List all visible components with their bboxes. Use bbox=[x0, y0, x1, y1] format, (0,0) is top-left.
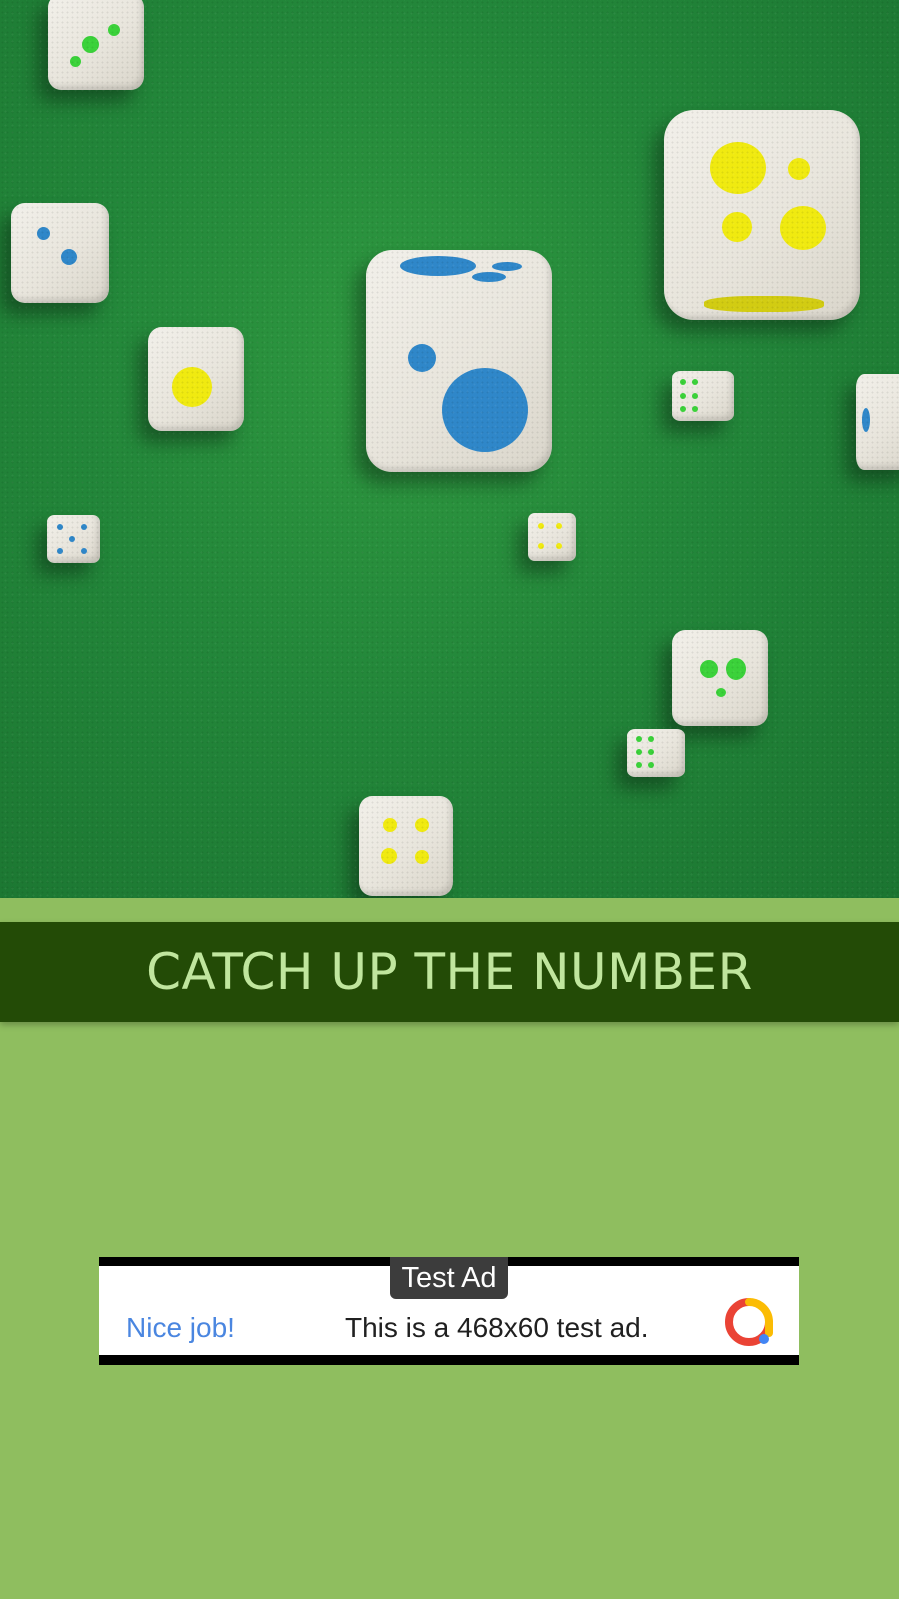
pip bbox=[383, 818, 397, 832]
pip bbox=[680, 393, 686, 399]
title-bar: CATCH UP THE NUMBER bbox=[0, 922, 899, 1022]
pip bbox=[648, 749, 654, 755]
pip bbox=[69, 536, 75, 542]
pip bbox=[492, 262, 522, 271]
pip bbox=[636, 762, 642, 768]
pip bbox=[81, 524, 87, 530]
ad-headline[interactable]: Nice job! bbox=[126, 1312, 235, 1344]
pip bbox=[415, 818, 429, 832]
pip bbox=[556, 523, 562, 529]
pip bbox=[538, 543, 544, 549]
pip bbox=[81, 548, 87, 554]
pip bbox=[716, 688, 726, 697]
test-ad-badge: Test Ad bbox=[390, 1257, 508, 1299]
pip bbox=[57, 524, 63, 530]
pip bbox=[108, 24, 120, 36]
test-ad-banner[interactable]: Nice job! This is a 468x60 test ad. Test… bbox=[99, 1257, 799, 1365]
pip bbox=[692, 379, 698, 385]
pip bbox=[692, 406, 698, 412]
pip bbox=[37, 227, 50, 240]
page-title: CATCH UP THE NUMBER bbox=[146, 943, 753, 1001]
ad-body-text[interactable]: This is a 468x60 test ad. bbox=[345, 1312, 649, 1344]
pip bbox=[408, 344, 436, 372]
pip bbox=[680, 379, 686, 385]
header-spacer bbox=[0, 898, 899, 922]
pip bbox=[57, 548, 63, 554]
die-yellow-small-center bbox=[528, 513, 576, 561]
die-yellow-1 bbox=[148, 327, 244, 431]
pip bbox=[648, 762, 654, 768]
pip bbox=[400, 256, 476, 276]
die-yellow-4-large-right bbox=[664, 110, 860, 320]
die-blue-edge-right bbox=[856, 374, 899, 470]
pip bbox=[700, 660, 718, 678]
pip bbox=[70, 56, 81, 67]
die-green-6-small-bottom bbox=[627, 729, 685, 777]
die-yellow-4-bottom bbox=[359, 796, 453, 896]
pip bbox=[82, 36, 99, 53]
die-blue-5-small bbox=[47, 515, 100, 563]
pip bbox=[472, 272, 506, 282]
pip bbox=[726, 658, 746, 680]
pip bbox=[692, 393, 698, 399]
pip bbox=[61, 249, 77, 265]
die-green-3-top-left bbox=[48, 0, 144, 90]
pip bbox=[788, 158, 810, 180]
pip bbox=[636, 736, 642, 742]
pip bbox=[704, 296, 824, 312]
pip bbox=[780, 206, 826, 250]
die-green-3-right bbox=[672, 630, 768, 726]
pip bbox=[415, 850, 429, 864]
pip bbox=[636, 749, 642, 755]
pip bbox=[862, 408, 870, 432]
pip bbox=[172, 367, 212, 407]
pip bbox=[648, 736, 654, 742]
pip bbox=[381, 848, 397, 864]
pip bbox=[442, 368, 528, 452]
pip bbox=[538, 523, 544, 529]
dice-background-image bbox=[0, 0, 899, 898]
admob-logo-icon[interactable] bbox=[724, 1297, 774, 1347]
pip bbox=[710, 142, 766, 194]
die-blue-2-left bbox=[11, 203, 109, 303]
pip bbox=[722, 212, 752, 242]
die-green-6-small bbox=[672, 371, 734, 421]
pip bbox=[680, 406, 686, 412]
die-blue-large-center bbox=[366, 250, 552, 472]
pip bbox=[556, 543, 562, 549]
